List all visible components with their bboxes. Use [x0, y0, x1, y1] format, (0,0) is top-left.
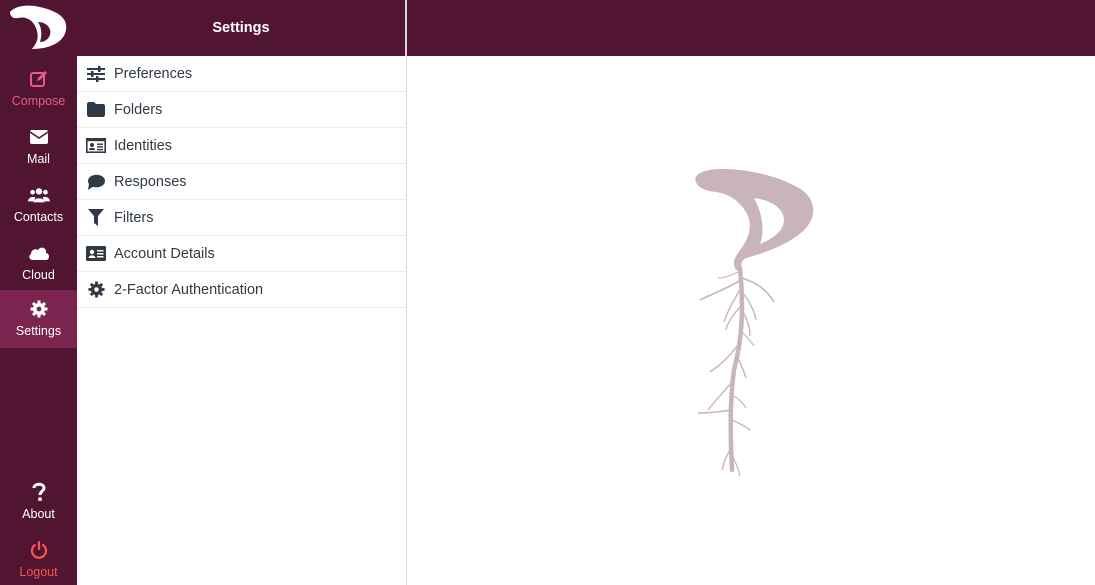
settings-item-preferences[interactable]: Preferences [77, 56, 406, 92]
watermark-logo [684, 160, 824, 480]
settings-sidebar: Settings Preferences Folders Identities … [77, 0, 407, 585]
sidebar-title: Settings [77, 0, 406, 56]
nav-contacts[interactable]: Contacts [0, 176, 77, 234]
nav-settings-label: Settings [15, 324, 62, 338]
nav-logout-label: Logout [19, 565, 58, 579]
settings-item-folders[interactable]: Folders [77, 92, 406, 128]
task-menu: Compose Mail Contacts Cloud Settings Abo… [0, 0, 77, 585]
users-icon [27, 184, 50, 206]
nav-about[interactable]: About [0, 473, 77, 531]
settings-item-responses[interactable]: Responses [77, 164, 406, 200]
content-frame [407, 0, 1095, 585]
question-icon [28, 481, 50, 503]
address-card-icon [86, 244, 106, 264]
app-logo[interactable] [0, 0, 77, 56]
settings-item-label: Filters [114, 209, 154, 226]
filter-icon [86, 208, 106, 228]
settings-item-2fa[interactable]: 2-Factor Authentication [77, 272, 406, 308]
comment-icon [86, 172, 106, 192]
settings-item-label: 2-Factor Authentication [114, 281, 264, 298]
folder-icon [86, 100, 106, 120]
nav-about-label: About [22, 507, 55, 521]
id-card-icon [86, 136, 106, 156]
cloud-icon [28, 242, 50, 264]
gear-icon [86, 280, 106, 300]
sliders-icon [86, 64, 106, 84]
nav-compose[interactable]: Compose [0, 60, 77, 118]
nav-cloud-label: Cloud [22, 268, 55, 282]
nav-mail-label: Mail [27, 152, 50, 166]
compose-icon [28, 68, 50, 90]
dove-logo-icon [10, 5, 67, 49]
content-header [407, 0, 1095, 56]
nav-contacts-label: Contacts [13, 210, 64, 224]
gear-icon [28, 298, 50, 320]
settings-item-filters[interactable]: Filters [77, 200, 406, 236]
power-icon [28, 539, 50, 561]
nav-settings[interactable]: Settings [0, 290, 77, 348]
settings-item-label: Folders [114, 101, 163, 118]
settings-item-label: Responses [114, 173, 187, 190]
settings-item-identities[interactable]: Identities [77, 128, 406, 164]
nav-mail[interactable]: Mail [0, 118, 77, 176]
nav-compose-label: Compose [11, 94, 66, 108]
nav-logout[interactable]: Logout [0, 531, 77, 585]
envelope-icon [28, 126, 50, 148]
settings-item-label: Preferences [114, 65, 193, 82]
nav-cloud[interactable]: Cloud [0, 234, 77, 292]
settings-item-label: Account Details [114, 245, 215, 262]
settings-item-account-details[interactable]: Account Details [77, 236, 406, 272]
settings-item-label: Identities [114, 137, 173, 154]
